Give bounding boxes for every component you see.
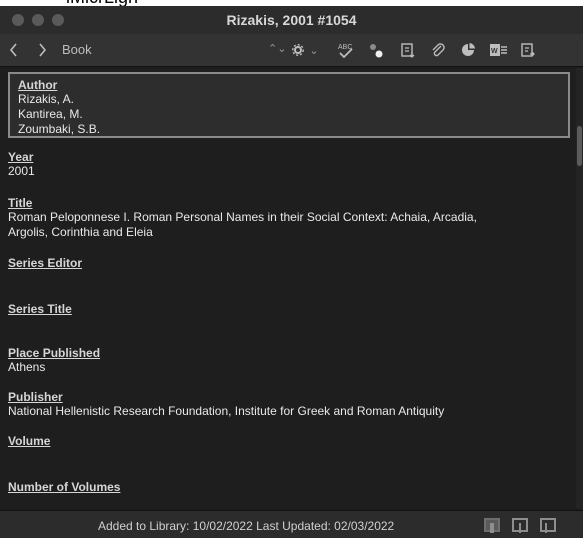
- reference-fields: Author Rizakis, A. Kantirea, M. Zoumbaki…: [8, 72, 572, 502]
- title-line[interactable]: Roman Peloponnese I. Roman Personal Name…: [8, 210, 570, 225]
- settings-button[interactable]: [290, 39, 306, 61]
- title-field[interactable]: Title Roman Peloponnese I. Roman Persona…: [8, 196, 570, 240]
- settings-menu-chevron-icon[interactable]: ⌄: [308, 39, 320, 61]
- scrollbar-thumb[interactable]: [577, 126, 582, 166]
- title-label: Title: [8, 196, 33, 210]
- single-pane-icon: [490, 523, 494, 533]
- publisher-label: Publisher: [8, 390, 63, 404]
- attach-file-button[interactable]: [428, 39, 448, 61]
- format-bibliography-button[interactable]: [518, 39, 538, 61]
- series-title-label: Series Title: [8, 302, 72, 316]
- vertical-scrollbar[interactable]: [576, 68, 583, 508]
- volume-label: Volume: [8, 434, 51, 448]
- toolbar: Book ⌃⌄ ⌄ ABC W: [0, 34, 583, 67]
- svg-text:W: W: [491, 48, 498, 55]
- title-bar: Rizakis, 2001 #1054: [0, 6, 583, 34]
- layout-split-pane-button[interactable]: [512, 518, 528, 533]
- paperclip-icon: [432, 43, 445, 57]
- chevron-right-icon: [39, 43, 47, 57]
- chevron-left-icon: [9, 43, 17, 57]
- gear-icon: [292, 44, 304, 56]
- series-title-field[interactable]: Series Title: [8, 302, 570, 316]
- place-published-label: Place Published: [8, 346, 101, 360]
- word-export-button[interactable]: W: [488, 39, 510, 61]
- reference-type-select[interactable]: Book: [62, 42, 92, 57]
- place-published-value[interactable]: Athens: [8, 360, 570, 375]
- series-editor-label: Series Editor: [8, 256, 83, 270]
- library-dates-text: Added to Library: 10/02/2022 Last Update…: [98, 519, 395, 533]
- layout-single-pane-button[interactable]: [484, 518, 500, 533]
- author-line[interactable]: Rizakis, A.: [18, 92, 568, 107]
- split-pane-icon: [519, 523, 521, 533]
- color-dot-icon: [370, 44, 383, 58]
- insert-citation-icon: [401, 43, 415, 58]
- window-title: Rizakis, 2001 #1054: [226, 12, 357, 28]
- status-bar: Added to Library: 10/02/2022 Last Update…: [0, 510, 583, 538]
- author-field[interactable]: Author Rizakis, A. Kantirea, M. Zoumbaki…: [8, 72, 570, 138]
- insert-citation-button[interactable]: [398, 39, 418, 61]
- author-line[interactable]: Kantirea, M.: [18, 107, 568, 122]
- number-of-volumes-label: Number of Volumes: [8, 480, 121, 494]
- year-value[interactable]: 2001: [8, 164, 570, 179]
- pie-chart-icon: [462, 43, 475, 56]
- forward-button[interactable]: [34, 39, 50, 61]
- volume-field[interactable]: Volume: [8, 434, 570, 448]
- back-button[interactable]: [6, 39, 22, 61]
- author-line[interactable]: Zoumbaki, S.B.: [18, 122, 568, 137]
- publisher-field[interactable]: Publisher National Hellenistic Research …: [8, 390, 570, 419]
- word-document-icon: W: [490, 44, 507, 56]
- place-published-field[interactable]: Place Published Athens: [8, 346, 570, 375]
- preview-pane-icon: [545, 523, 547, 533]
- spellcheck-icon: ABC: [338, 44, 353, 59]
- layout-preview-pane-button[interactable]: [540, 518, 556, 533]
- format-bibliography-icon: [521, 43, 535, 57]
- title-line[interactable]: Argolis, Corinthia and Eleia: [8, 225, 570, 240]
- figure-button[interactable]: [458, 39, 478, 61]
- color-marker-button[interactable]: [366, 39, 386, 61]
- author-label: Author: [18, 78, 58, 92]
- series-editor-field[interactable]: Series Editor: [8, 256, 570, 270]
- year-label: Year: [8, 150, 34, 164]
- year-field[interactable]: Year 2001: [8, 150, 570, 179]
- reference-type-chevron-icon: ⌃⌄: [268, 43, 287, 55]
- number-of-volumes-field[interactable]: Number of Volumes: [8, 480, 570, 494]
- publisher-value[interactable]: National Hellenistic Research Foundation…: [8, 404, 570, 419]
- spellcheck-button[interactable]: ABC: [336, 39, 356, 61]
- reference-window: Rizakis, 2001 #1054 Book ⌃⌄ ⌄ ABC W Auth…: [0, 6, 583, 538]
